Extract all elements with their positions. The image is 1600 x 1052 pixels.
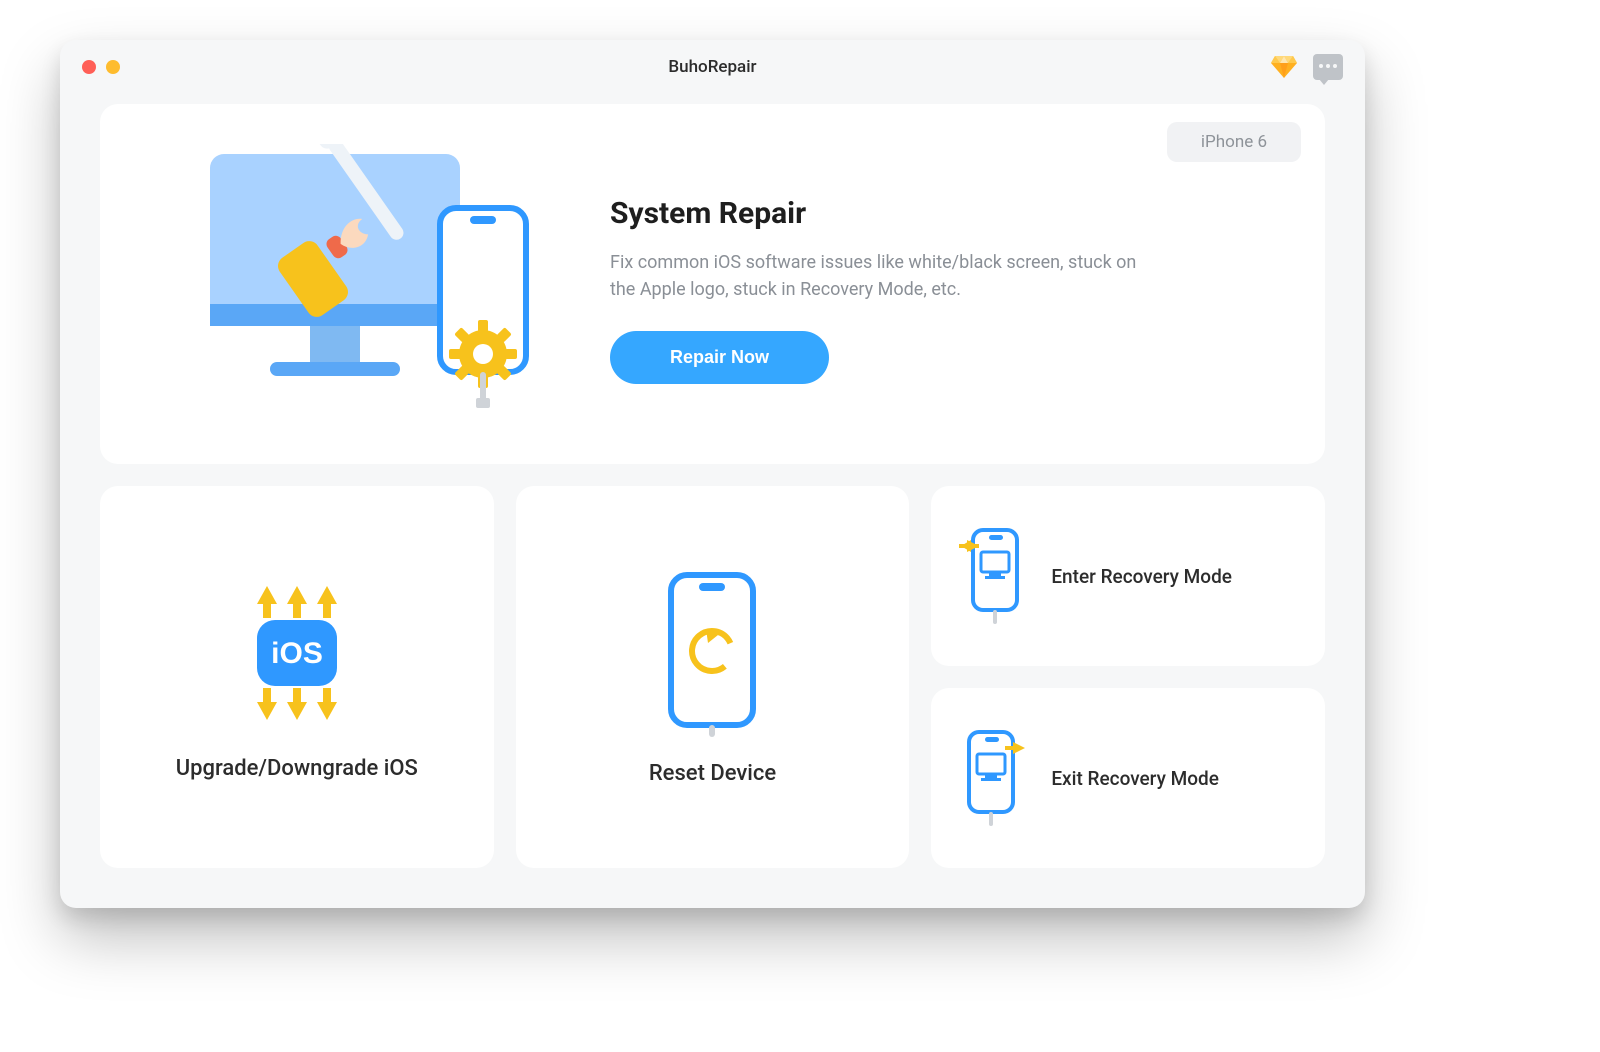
main-content: System Repair Fix common iOS software is… xyxy=(60,94,1365,908)
device-badge[interactable]: iPhone 6 xyxy=(1167,122,1301,162)
exit-recovery-label: Exit Recovery Mode xyxy=(1051,767,1219,790)
close-window-button[interactable] xyxy=(82,60,96,74)
hero-text: System Repair Fix common iOS software is… xyxy=(580,174,1285,384)
upgrade-downgrade-card[interactable]: iOS Upgrade/Downgrade iOS xyxy=(100,486,494,868)
hero-heading: System Repair xyxy=(610,196,1285,231)
premium-icon[interactable] xyxy=(1271,56,1297,78)
minimize-window-button[interactable] xyxy=(106,60,120,74)
app-window: BuhoRepair xyxy=(60,40,1365,908)
actions-grid: iOS Upgrade/Downgrade iOS xyxy=(100,486,1325,868)
exit-recovery-icon xyxy=(959,728,1029,828)
hero-description: Fix common iOS software issues like whit… xyxy=(610,249,1150,303)
system-repair-card: System Repair Fix common iOS software is… xyxy=(100,104,1325,464)
app-title: BuhoRepair xyxy=(60,57,1365,77)
reset-device-card[interactable]: Reset Device xyxy=(516,486,910,868)
feedback-icon[interactable] xyxy=(1313,54,1343,80)
enter-recovery-label: Enter Recovery Mode xyxy=(1051,565,1232,588)
svg-text:iOS: iOS xyxy=(271,637,323,670)
titlebar-right xyxy=(1271,54,1343,80)
upgrade-downgrade-label: Upgrade/Downgrade iOS xyxy=(176,756,418,781)
window-controls xyxy=(82,60,120,74)
reset-device-label: Reset Device xyxy=(649,761,776,786)
exit-recovery-card[interactable]: Exit Recovery Mode xyxy=(931,688,1325,868)
recovery-column: Enter Recovery Mode xyxy=(931,486,1325,868)
titlebar: BuhoRepair xyxy=(60,40,1365,94)
enter-recovery-card[interactable]: Enter Recovery Mode xyxy=(931,486,1325,666)
repair-now-button[interactable]: Repair Now xyxy=(610,331,829,384)
reset-device-icon xyxy=(657,569,767,739)
enter-recovery-icon xyxy=(959,526,1029,626)
repair-illustration xyxy=(160,144,580,414)
ios-upgrade-icon: iOS xyxy=(222,574,372,734)
